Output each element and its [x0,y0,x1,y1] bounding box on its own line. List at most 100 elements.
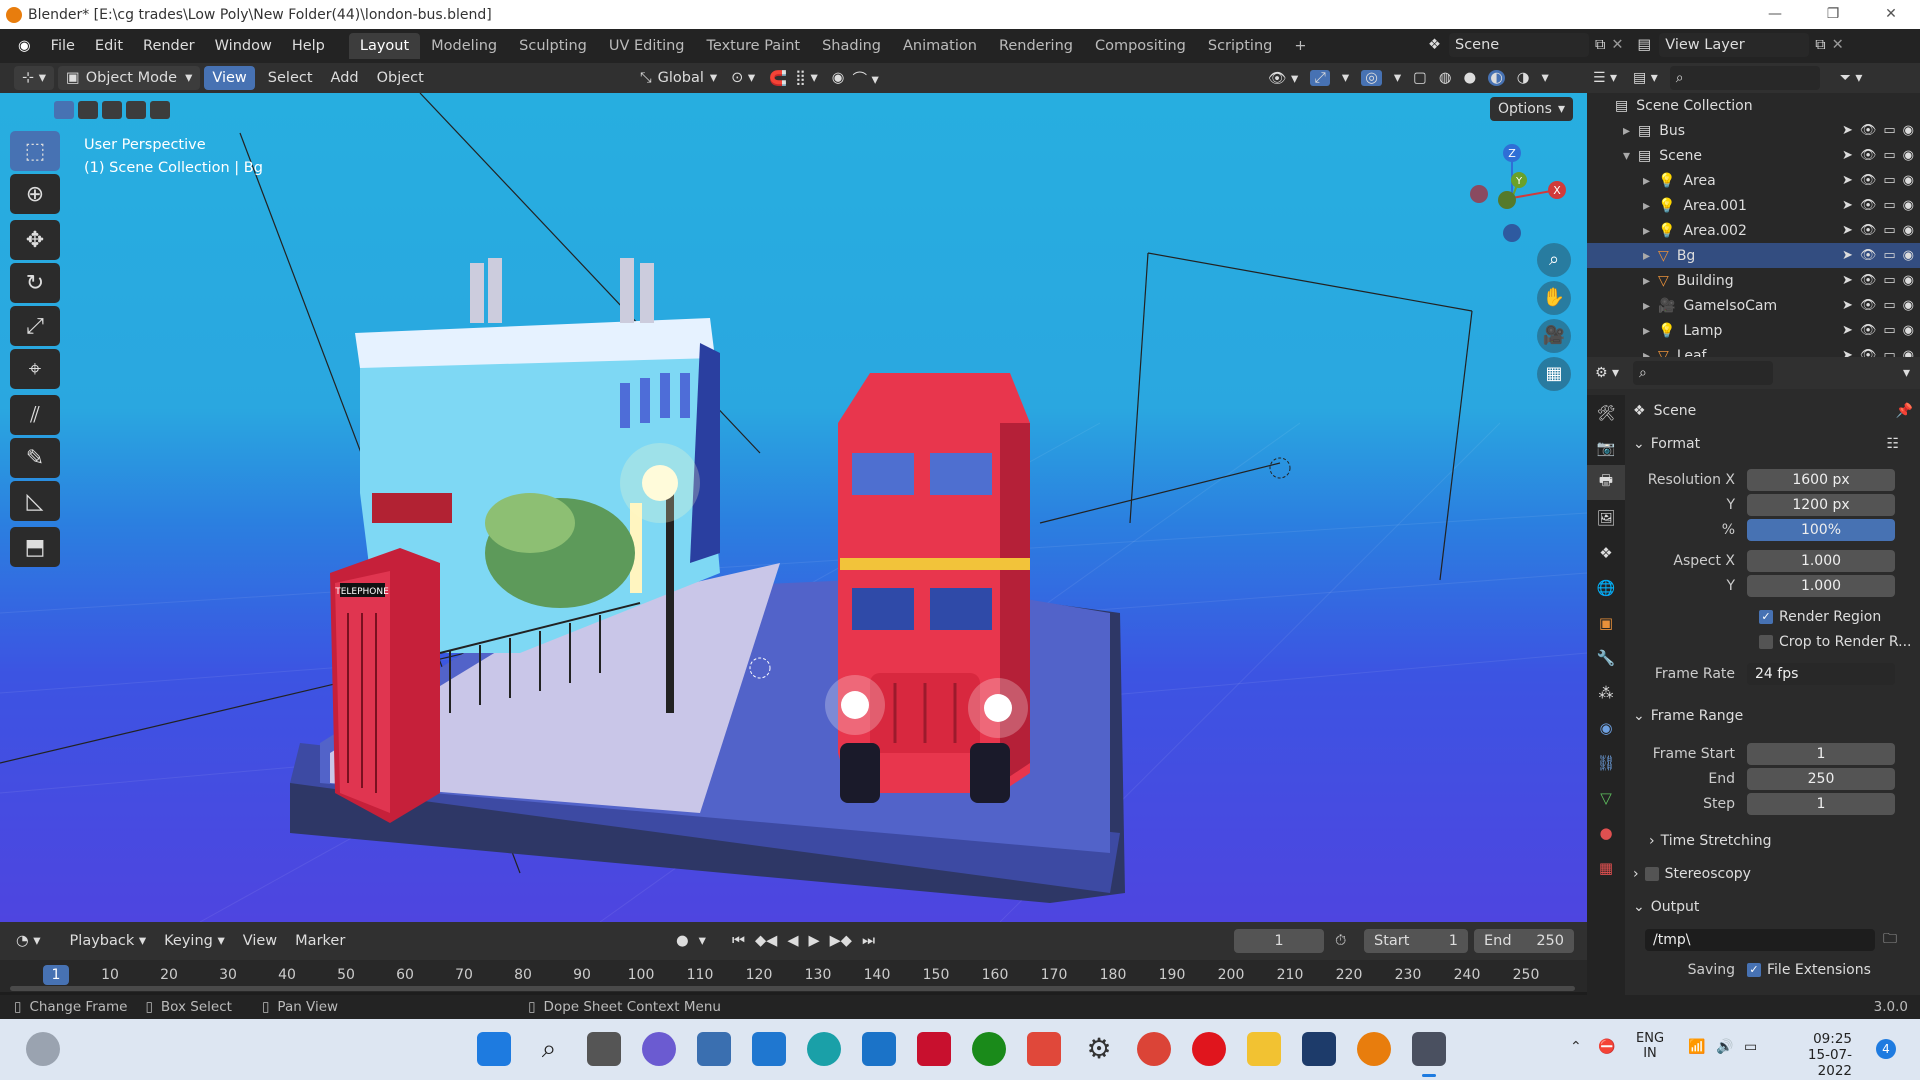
cursor-tool-icon[interactable]: ⊕ [10,174,60,214]
pan-hand-icon[interactable]: ✋ [1537,281,1571,315]
menu-select[interactable]: Select [259,70,322,86]
transform-tool-icon[interactable]: ⌖ [10,349,60,389]
file-extensions-checkbox[interactable]: ✓ [1747,962,1761,977]
select-invert-icon[interactable] [126,101,146,119]
menu-view[interactable]: View [204,66,255,90]
select-arrow-icon[interactable]: ➤ [1842,173,1853,188]
network-off-icon[interactable]: ⛔ [1598,1039,1615,1055]
tab-layout[interactable]: Layout [348,33,421,59]
expand-toggle-icon[interactable]: ▸ [1643,323,1650,339]
viewport-monitor-icon[interactable]: ▭ [1883,198,1895,213]
keying-menu[interactable]: Keying ▾ [155,933,234,949]
ortho-grid-icon[interactable]: ▦ [1537,357,1571,391]
notification-badge[interactable]: 4 [1876,1039,1896,1059]
tab-rendering[interactable]: Rendering [988,33,1084,59]
aspect-y-field[interactable]: 1.000 [1747,574,1895,597]
visibility-eye-icon[interactable]: 👁 [1860,148,1877,163]
render-camera-icon[interactable]: ◉ [1903,298,1914,313]
jump-end-icon[interactable]: ⏭ [862,933,875,949]
resolution-pct-field[interactable]: 100% [1747,518,1895,541]
outliner-item-lamp[interactable]: ▸ 💡 Lamp ➤ 👁 ▭ ◉ [1587,318,1920,343]
render-camera-icon[interactable]: ◉ [1903,123,1914,138]
viewport-monitor-icon[interactable]: ▭ [1883,123,1895,138]
chrome-icon[interactable] [1137,1032,1171,1066]
mail-icon[interactable] [752,1032,786,1066]
select-arrow-icon[interactable]: ➤ [1842,123,1853,138]
visibility-eye-icon[interactable]: 👁 [1860,248,1877,263]
viewport-monitor-icon[interactable]: ▭ [1883,173,1895,188]
3d-viewport[interactable]: TELEPHONE User Perspective (1) Scene Col… [0,93,1587,922]
select-arrow-icon[interactable]: ➤ [1842,323,1853,338]
format-panel-header[interactable]: ⌄ Format ☷ [1633,430,1913,458]
record-icon[interactable]: ● [676,933,689,949]
constraints-tab-icon[interactable]: ⛓ [1587,745,1625,780]
modifier-tab-icon[interactable]: 🔧 [1587,640,1625,675]
properties-editor-icon[interactable]: ⚙ ▾ [1595,365,1619,381]
language-indicator[interactable]: ENG IN [1636,1031,1664,1061]
expand-toggle-icon[interactable]: ▸ [1623,123,1630,139]
close-button[interactable]: ✕ [1862,0,1920,29]
scale-tool-icon[interactable]: ⤢ [10,306,60,346]
frame-start-field[interactable]: 1 [1747,742,1895,765]
options-dropdown[interactable]: Options ▾ [1489,97,1573,121]
outliner-item-bus[interactable]: ▸ ▤ Bus ➤ 👁 ▭ ◉ [1587,118,1920,143]
render-camera-icon[interactable]: ◉ [1903,198,1914,213]
frame-end-field[interactable]: 250 [1747,767,1895,790]
xbox-icon[interactable] [972,1032,1006,1066]
navigation-gizmo[interactable]: Z X Y [1457,138,1567,248]
orientation-dropdown[interactable]: Global [658,70,704,86]
store-app-icon[interactable] [1302,1032,1336,1066]
pivot-icon[interactable]: ⊙ ▾ [731,70,755,86]
snipping-tool-icon[interactable] [1412,1032,1446,1066]
blender-taskbar-icon[interactable] [1357,1032,1391,1066]
view-layer-icon[interactable]: ▤ [1638,37,1652,53]
proportional-edit-icon[interactable]: ◉ [832,70,845,86]
menu-help[interactable]: Help [282,38,335,54]
aspect-x-field[interactable]: 1.000 [1747,549,1895,572]
viewport-monitor-icon[interactable]: ▭ [1883,273,1895,288]
physics-tab-icon[interactable]: ◉ [1587,710,1625,745]
delete-scene-icon[interactable]: ✕ [1611,37,1623,53]
rotate-tool-icon[interactable]: ↻ [10,263,60,303]
time-stretching-subpanel[interactable]: › Time Stretching [1649,827,1920,855]
outliner-item-building[interactable]: ▸ ▽ Building ➤ 👁 ▭ ◉ [1587,268,1920,293]
frame-range-panel-header[interactable]: ⌄ Frame Range [1633,702,1913,730]
outliner-item-area-002[interactable]: ▸ 💡 Area.002 ➤ 👁 ▭ ◉ [1587,218,1920,243]
play-reverse-icon[interactable]: ◀ [787,933,798,949]
xray-icon[interactable]: ▢ [1413,70,1427,86]
render-camera-icon[interactable]: ◉ [1903,248,1914,263]
visibility-icon[interactable]: 👁 ▾ [1268,70,1298,87]
settings-gear-icon[interactable]: ⚙ [1082,1032,1116,1066]
camera-view-icon[interactable]: 🎥 [1537,319,1571,353]
viewport-monitor-icon[interactable]: ▭ [1883,298,1895,313]
render-camera-icon[interactable]: ◉ [1903,323,1914,338]
move-tool-icon[interactable]: ✥ [10,220,60,260]
search-icon[interactable]: ⌕ [532,1032,566,1066]
render-camera-icon[interactable]: ◉ [1903,223,1914,238]
tab-texture-paint[interactable]: Texture Paint [696,33,812,59]
menu-render[interactable]: Render [133,38,205,54]
measure-tool-icon[interactable]: ◺ [10,481,60,521]
jump-start-icon[interactable]: ⏮ [732,933,745,949]
add-workspace-button[interactable]: + [1283,33,1317,59]
visibility-eye-icon[interactable]: 👁 [1860,298,1877,313]
material-shading-icon[interactable]: ◐ [1488,70,1505,86]
outliner-search-input[interactable]: ⌕ [1669,66,1820,90]
battery-icon[interactable]: ▭ [1744,1039,1757,1055]
preview-range-icon[interactable]: ⏱ [1335,933,1346,949]
volume-icon[interactable]: 🔊 [1716,1039,1733,1055]
opera-icon[interactable] [1192,1032,1226,1066]
expand-toggle-icon[interactable]: ▸ [1643,198,1650,214]
crop-render-region-checkbox[interactable]: Crop to Render R... [1627,629,1920,654]
timeline-editor-icon[interactable]: ◔ ▾ [16,933,41,949]
wireframe-shading-icon[interactable]: ◍ [1439,70,1452,86]
object-tab-icon[interactable]: ▣ [1587,605,1625,640]
editor-type-button[interactable]: ⊹ ▾ [14,66,55,90]
viewport-monitor-icon[interactable]: ▭ [1883,248,1895,263]
expand-toggle-icon[interactable]: ▸ [1643,273,1650,289]
outliner-item-gameisocam[interactable]: ▸ 🎥 GameIsoCam ➤ 👁 ▭ ◉ [1587,293,1920,318]
resolution-x-field[interactable]: 1600 px [1747,468,1895,491]
playback-menu[interactable]: Playback ▾ [61,933,156,949]
windows-start-icon[interactable] [477,1032,511,1066]
select-arrow-icon[interactable]: ➤ [1842,148,1853,163]
